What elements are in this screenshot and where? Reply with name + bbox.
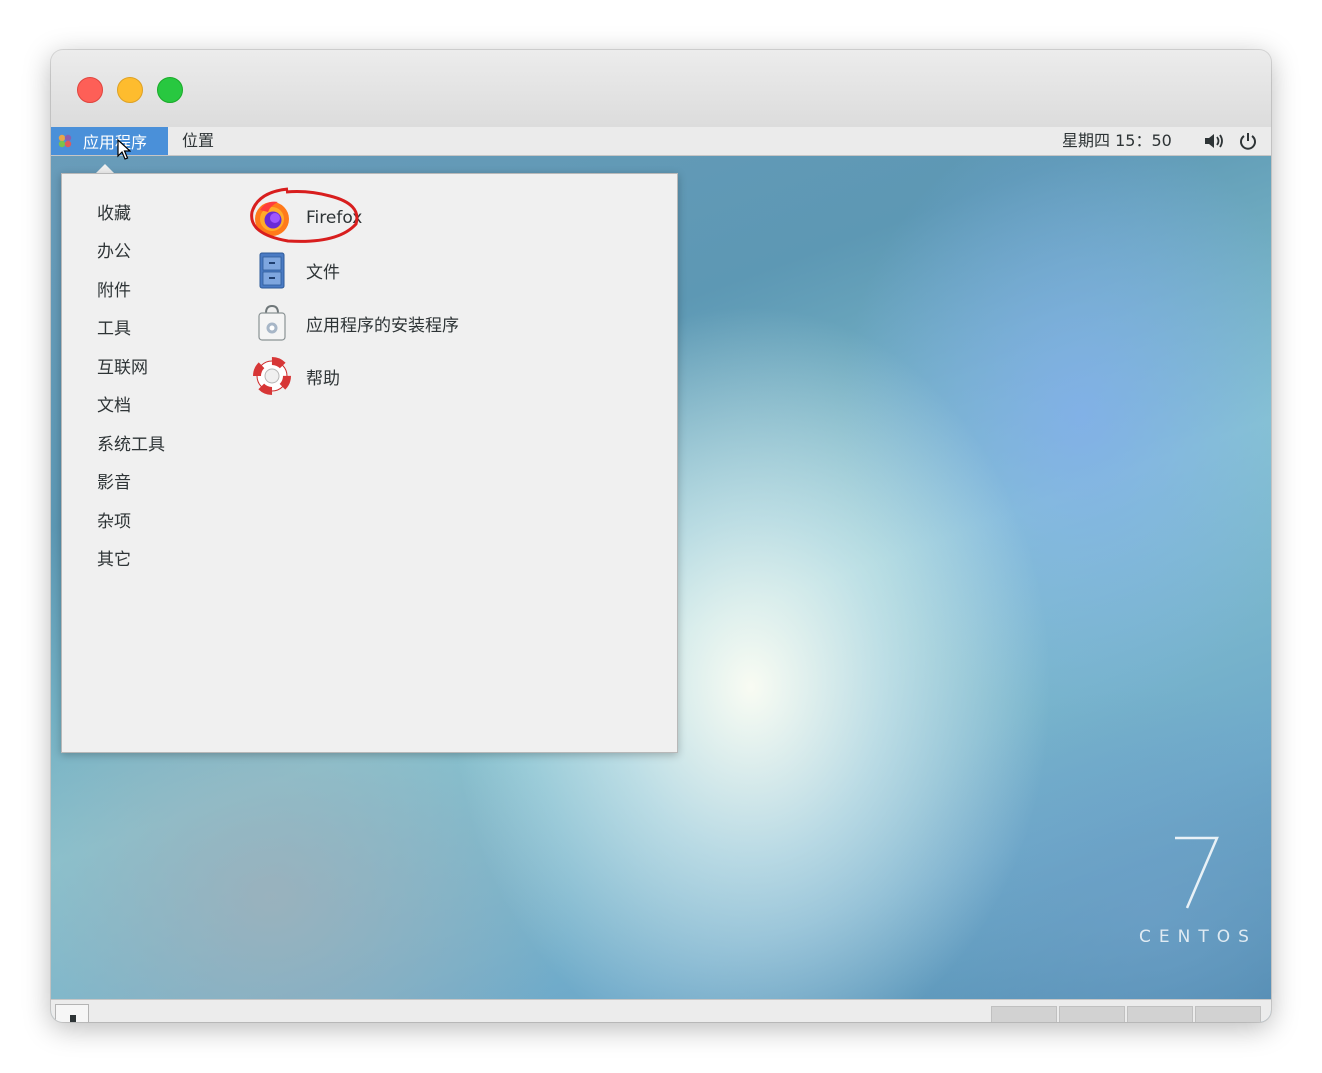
gnome-foot-icon xyxy=(58,134,72,148)
category-sound-video[interactable]: 影音 xyxy=(97,468,131,493)
mouse-pointer-icon xyxy=(117,139,131,160)
power-icon[interactable] xyxy=(1238,131,1258,151)
app-files[interactable]: 文件 xyxy=(252,248,340,292)
app-label-help: 帮助 xyxy=(306,368,340,389)
centos-wordmark: CENTOS xyxy=(1139,927,1257,947)
desktop: 应用程序 位置 星期四 15：50 收藏 办公 附件 工具 互联网 文档 系统工… xyxy=(51,127,1271,1022)
centos-7-logo xyxy=(1175,836,1219,909)
category-documents[interactable]: 文档 xyxy=(97,391,131,416)
gnome-bottom-panel xyxy=(51,999,1271,1022)
applications-menu-label: 应用程序 xyxy=(83,133,148,152)
category-tools[interactable]: 工具 xyxy=(97,314,131,339)
vm-window: 应用程序 位置 星期四 15：50 收藏 办公 附件 工具 互联网 文档 系统工… xyxy=(51,50,1271,1022)
clock[interactable]: 星期四 15：50 xyxy=(1062,127,1172,155)
speaker-volume-icon[interactable] xyxy=(1203,132,1225,150)
applications-menu-button[interactable]: 应用程序 xyxy=(51,127,168,155)
software-installer-bag-icon xyxy=(258,304,286,341)
show-desktop-button[interactable] xyxy=(55,1004,89,1022)
applications-menu: 收藏 办公 附件 工具 互联网 文档 系统工具 影音 杂项 其它 Firefox xyxy=(61,173,678,753)
category-favorites[interactable]: 收藏 xyxy=(97,199,131,224)
category-office[interactable]: 办公 xyxy=(97,237,131,262)
show-desktop-icon xyxy=(70,1015,76,1022)
category-accessories[interactable]: 附件 xyxy=(97,276,131,301)
window-titlebar xyxy=(51,50,1271,128)
workspace-2[interactable] xyxy=(1059,1006,1125,1022)
app-label-software-installer: 应用程序的安装程序 xyxy=(306,315,459,336)
workspace-4[interactable] xyxy=(1195,1006,1261,1022)
minimize-button[interactable] xyxy=(117,77,143,103)
category-system-tools[interactable]: 系统工具 xyxy=(97,430,165,455)
lifebuoy-help-icon xyxy=(253,357,291,395)
app-software-installer[interactable]: 应用程序的安装程序 xyxy=(252,301,459,345)
annotation-circle xyxy=(250,187,359,243)
workspace-1[interactable] xyxy=(991,1006,1057,1022)
places-menu-button[interactable]: 位置 xyxy=(182,127,214,155)
category-sundry[interactable]: 杂项 xyxy=(97,507,131,532)
gnome-top-panel: 应用程序 位置 星期四 15：50 xyxy=(51,127,1271,160)
workspace-3[interactable] xyxy=(1127,1006,1193,1022)
close-button[interactable] xyxy=(77,77,103,103)
category-internet[interactable]: 互联网 xyxy=(97,353,148,378)
maximize-button[interactable] xyxy=(157,77,183,103)
app-help[interactable]: 帮助 xyxy=(252,354,340,398)
file-cabinet-icon xyxy=(259,252,285,289)
category-other[interactable]: 其它 xyxy=(97,545,131,570)
app-label-files: 文件 xyxy=(306,262,340,283)
